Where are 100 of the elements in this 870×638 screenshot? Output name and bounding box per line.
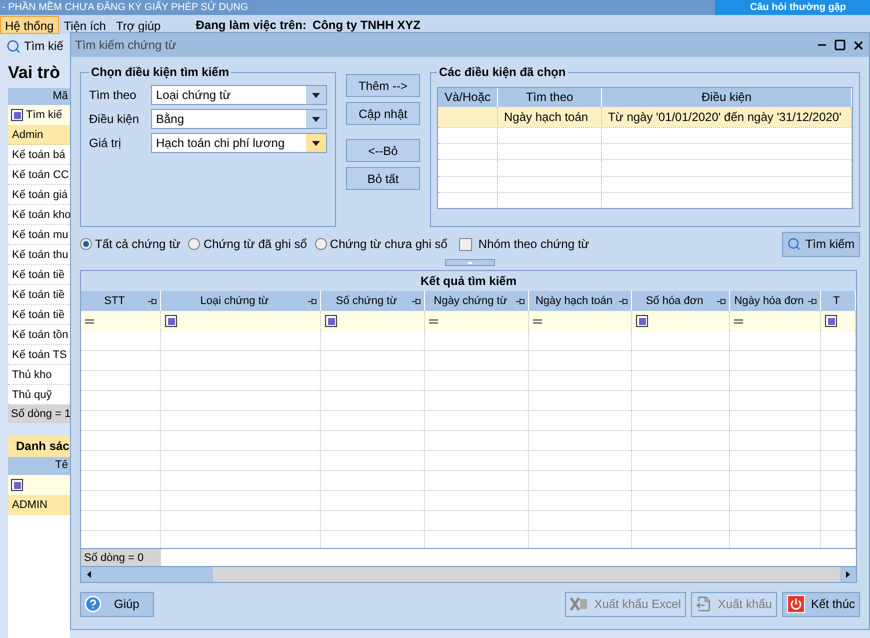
collapse-handle[interactable] — [445, 259, 495, 266]
dropdown-button[interactable] — [306, 86, 326, 104]
spreadsheet-icon — [570, 597, 588, 611]
checkbox-icon[interactable] — [459, 238, 472, 250]
row-count: Số dòng = 0 — [81, 549, 161, 566]
column-header[interactable]: Số hóa đơn — [632, 292, 717, 310]
workspace-label: Đang làm việc trên: — [196, 16, 306, 34]
power-icon — [786, 595, 805, 613]
caret-icon — [312, 92, 320, 98]
pin-icon[interactable] — [808, 298, 817, 304]
column-header[interactable]: Ngày chứng từ — [425, 292, 516, 310]
role-row[interactable]: Kế toán mu — [8, 225, 70, 245]
action-button[interactable]: Thêm --> — [346, 74, 420, 97]
dropdown-button[interactable] — [306, 134, 326, 152]
role-row[interactable]: Thủ kho — [8, 365, 70, 385]
group-title: Các điều kiện đã chọn — [438, 64, 567, 81]
column-header[interactable]: Ngày hạch toán — [529, 292, 619, 310]
role-row[interactable]: Kế toán thu — [8, 245, 70, 265]
filter-row[interactable]: Tìm kiế — [8, 105, 70, 125]
role-row[interactable]: Kế toán tiề — [8, 285, 70, 305]
group-title: Chọn điều kiện tìm kiếm — [90, 64, 230, 81]
filter-checkbox-icon[interactable] — [825, 315, 837, 327]
scope-radio[interactable]: Tất cả chứng từ — [80, 235, 180, 253]
dropdown-field[interactable]: Bằng — [151, 109, 327, 129]
filter-checkbox-icon[interactable] — [165, 315, 177, 327]
equals-icon[interactable] — [533, 318, 542, 324]
group-checkbox[interactable]: Nhóm theo chứng từ — [459, 235, 590, 253]
search-icon — [6, 38, 21, 54]
help-button[interactable]: Giúp — [80, 592, 154, 616]
scroll-right-icon[interactable] — [846, 571, 850, 578]
company-name: Công ty TNHH XYZ — [312, 16, 420, 34]
role-row[interactable]: Thủ quỹ — [8, 385, 70, 405]
dropdown-field[interactable]: Hạch toán chi phí lương — [151, 133, 327, 153]
role-row[interactable]: Kế toán tiề — [8, 265, 70, 285]
radio-icon[interactable] — [80, 238, 92, 250]
radio-icon[interactable] — [314, 238, 327, 250]
export-icon — [696, 596, 712, 612]
column-header[interactable]: T — [821, 292, 852, 310]
footer-button[interactable]: Kết thúc — [782, 592, 860, 616]
equals-icon[interactable] — [85, 318, 94, 324]
pin-icon[interactable] — [308, 298, 317, 304]
menu-item[interactable]: Hệ thống — [0, 16, 59, 34]
role-row[interactable]: Kế toán bá — [8, 145, 70, 165]
pin-icon[interactable] — [619, 298, 628, 304]
filter-checkbox-icon[interactable] — [325, 315, 337, 327]
pin-icon[interactable] — [412, 298, 421, 304]
field-label: Tìm theo — [89, 87, 138, 104]
condition-row[interactable]: Ngày hạch toán Từ ngày '01/01/2020' đến ngày '31/12/2020' — [438, 107, 852, 127]
scope-radio[interactable]: Chứng từ chưa ghi sổ — [314, 235, 448, 253]
menu-item[interactable]: Trợ giúp — [110, 16, 166, 34]
help-icon — [84, 595, 102, 613]
row-count: Số dòng = 1 — [8, 405, 70, 423]
list-title: Danh sác — [8, 435, 70, 457]
close-icon[interactable] — [852, 38, 865, 52]
table-cell: Từ ngày '01/01/2020' đến ngày '31/12/2020' — [602, 107, 852, 127]
filter-checkbox-icon[interactable] — [636, 315, 648, 327]
field-label: Giá trị — [89, 135, 122, 152]
app-title: - PHẦN MỀM CHƯA ĐĂNG KÝ GIẤY PHÉP SỬ DỤNG — [1, 0, 248, 15]
role-row[interactable]: Kế toán giá — [8, 185, 70, 205]
pin-icon[interactable] — [516, 298, 525, 304]
column-header[interactable]: Loại chứng từ — [161, 292, 308, 310]
filter-row[interactable] — [8, 475, 70, 495]
role-row[interactable]: Kế toán kho — [8, 205, 70, 225]
dropdown-field[interactable]: Loại chứng từ — [151, 85, 327, 105]
scope-radio[interactable]: Chứng từ đã ghi sổ — [188, 235, 307, 253]
column-header[interactable]: Ngày hóa đơn — [730, 292, 808, 310]
menu-item[interactable]: Tiện ích — [58, 16, 111, 34]
role-row[interactable]: Kế toán tiề — [8, 305, 70, 325]
search-tab[interactable]: Tìm kiế — [24, 37, 64, 55]
filter-checkbox-icon[interactable] — [11, 479, 23, 491]
user-row[interactable]: ADMIN — [8, 495, 70, 515]
pin-icon[interactable] — [717, 298, 726, 304]
action-button[interactable]: Bỏ tất — [346, 167, 420, 190]
scroll-left-icon[interactable] — [87, 571, 91, 578]
grid-title: Kết quả tìm kiếm — [81, 271, 856, 291]
dialog-title: Tìm kiếm chứng từ — [75, 37, 176, 54]
maximize-icon[interactable] — [834, 39, 846, 51]
role-row[interactable]: Kế toán TS — [8, 345, 70, 365]
column-header[interactable]: Mã — [8, 88, 70, 105]
column-header[interactable]: STT — [81, 292, 148, 310]
field-label: Điều kiện — [89, 111, 140, 128]
search-icon — [787, 237, 802, 251]
caret-icon — [312, 116, 320, 122]
action-button[interactable]: Cập nhật — [346, 102, 420, 125]
equals-icon[interactable] — [429, 318, 438, 324]
radio-icon[interactable] — [188, 238, 200, 250]
pin-icon[interactable] — [148, 298, 157, 304]
action-button[interactable]: <--Bỏ — [346, 139, 420, 162]
search-button[interactable]: Tìm kiếm — [782, 232, 860, 256]
caret-icon — [312, 140, 320, 146]
dropdown-button[interactable] — [306, 110, 326, 128]
equals-icon[interactable] — [734, 318, 743, 324]
column-header[interactable]: Số chứng từ — [321, 292, 412, 310]
table-cell: Ngày hạch toán — [498, 107, 602, 127]
role-row[interactable]: Admin — [8, 125, 70, 145]
horizontal-scrollbar[interactable] — [81, 566, 856, 582]
role-row[interactable]: Kế toán CC — [8, 165, 70, 185]
column-header[interactable]: Tê — [8, 457, 70, 475]
filter-checkbox-icon[interactable] — [11, 109, 23, 121]
role-row[interactable]: Kế toán tồn — [8, 325, 70, 345]
